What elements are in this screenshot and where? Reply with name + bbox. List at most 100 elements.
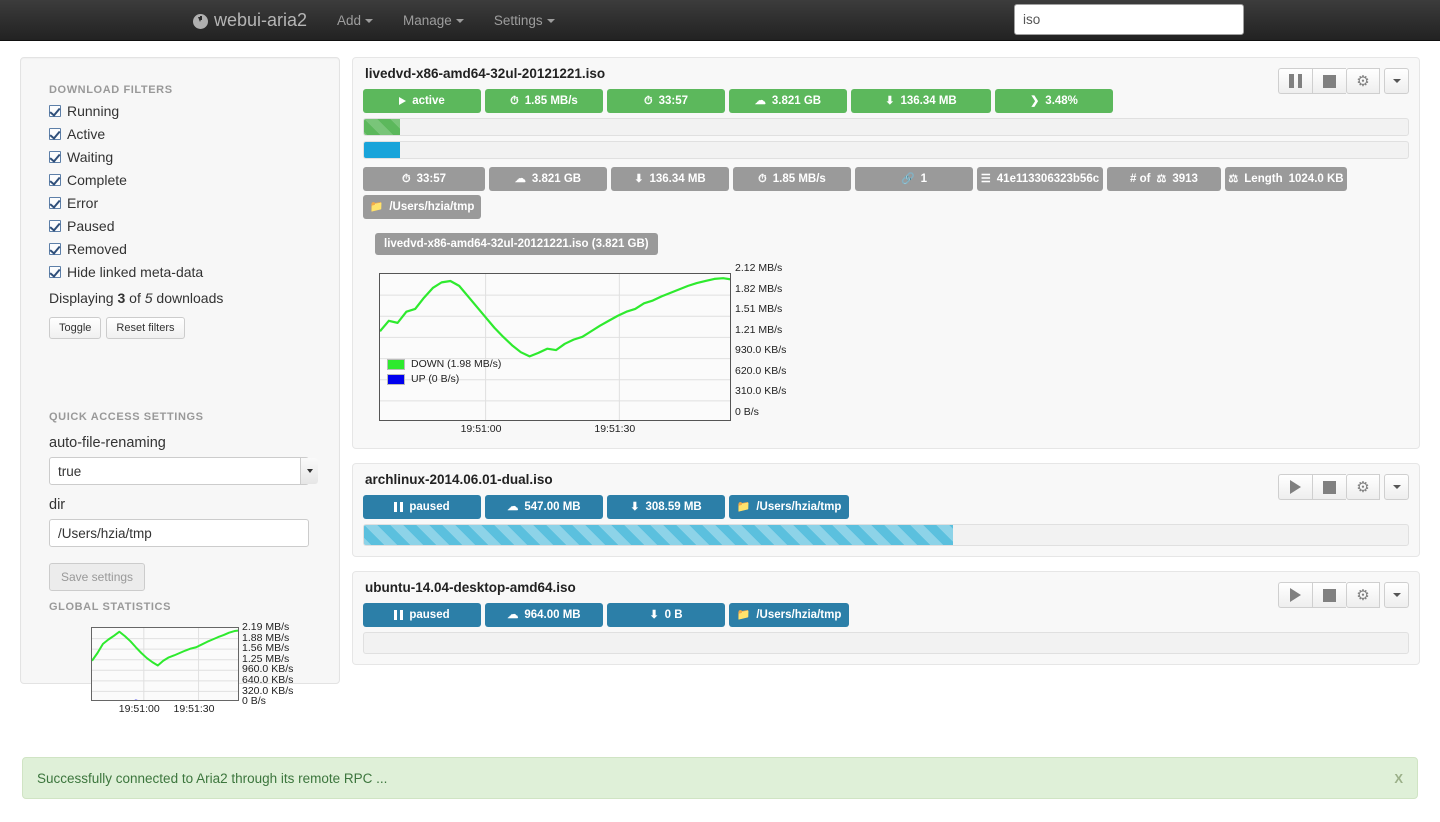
download-card-archlinux: archlinux-2014.06.01-dual.iso paused ☁ 5… [352,463,1420,557]
dir-badge[interactable]: 📁 /Users/hzia/tmp [729,603,849,627]
checkbox-icon[interactable] [49,220,61,232]
total-size-badge[interactable]: ☁ 964.00 MB [485,603,603,627]
checkbox-icon[interactable] [49,128,61,140]
filter-removed[interactable]: Removed [49,241,319,257]
brand-logo[interactable]: webui-aria2 [193,0,307,41]
search-input[interactable] [1014,4,1244,35]
displaying-count-text: Displaying 3 of 5 downloads [49,290,319,306]
dir-input[interactable] [49,519,309,547]
filter-waiting[interactable]: Waiting [49,149,319,165]
y-tick-label: 0 B/s [242,696,293,707]
checkbox-icon[interactable] [49,243,61,255]
auto-file-renaming-label: auto-file-renaming [49,435,319,451]
global-statistics-section: GLOBAL STATISTICS 2.19 MB/s1.88 MB/s1.56… [49,601,319,715]
nav-add[interactable]: Add [322,0,388,41]
detail-piece-length-badge: ⚖ Length 1024.0 KB [1225,167,1347,191]
chevron-down-icon [1393,593,1401,597]
cloud-icon: ☁ [755,96,766,107]
stop-button[interactable] [1312,582,1346,608]
nav-manage[interactable]: Manage [388,0,479,41]
status-badge[interactable]: paused [363,495,481,519]
chevron-down-icon [547,19,555,23]
more-button[interactable] [1384,474,1409,500]
legend-swatch-down [387,359,405,370]
filter-hide-linked-meta-data[interactable]: Hide linked meta-data [49,264,319,280]
download-icon: ⬇ [885,96,894,107]
stop-button[interactable] [1312,68,1346,94]
folder-icon: 📁 [370,202,384,213]
speed-icon: ⏱ [758,174,767,185]
total-size-badge[interactable]: ☁ 547.00 MB [485,495,603,519]
eta-badge[interactable]: ⏱ 33:57 [607,89,725,113]
download-actions: ⚙ [1278,474,1409,500]
brand-label: webui-aria2 [214,0,307,41]
more-button[interactable] [1384,68,1409,94]
dir-label: dir [49,497,319,513]
detail-badge-value: 3913 [1172,167,1198,191]
close-icon[interactable]: X [1394,771,1403,786]
play-button[interactable] [1278,474,1312,500]
download-circle-icon [193,14,208,29]
play-button[interactable] [1278,582,1312,608]
checkbox-icon[interactable] [49,105,61,117]
status-badge[interactable]: active [363,89,481,113]
filter-label: Active [67,126,105,142]
more-button[interactable] [1384,582,1409,608]
checkbox-icon[interactable] [49,197,61,209]
downloaded-badge[interactable]: ⬇ 136.34 MB [851,89,991,113]
download-title: archlinux-2014.06.01-dual.iso [365,472,1409,487]
stop-button[interactable] [1312,474,1346,500]
download-detail-chart: DOWN (1.98 MB/s) UP (0 B/s) 2.12 MB/s1.8… [375,273,755,438]
chevron-down-icon [456,19,464,23]
detail-eta-badge: ⏱ 33:57 [363,167,485,191]
filter-running[interactable]: Running [49,103,319,119]
cloud-icon: ☁ [515,174,526,185]
auto-file-renaming-select[interactable]: true [49,457,309,485]
percent-badge[interactable]: ❯ 3.48% [995,89,1113,113]
toggle-filters-button[interactable]: Toggle [49,317,101,339]
file-badge: livedvd-x86-amd64-32ul-20121221.iso (3.8… [375,233,658,255]
nav-settings[interactable]: Settings [479,0,570,41]
settings-button[interactable]: ⚙ [1346,582,1380,608]
filter-active[interactable]: Active [49,126,319,142]
x-tick-label: 19:51:30 [174,703,215,715]
total-size-badge[interactable]: ☁ 3.821 GB [729,89,847,113]
detail-pieces-badge: # of ⚖ 3913 [1107,167,1221,191]
chevron-right-icon: ❯ [1030,96,1039,107]
downloaded-badge[interactable]: ⬇ 0 B [607,603,725,627]
downloaded-badge-label: 308.59 MB [645,495,701,519]
top-navbar: webui-aria2 Add Manage Settings [0,0,1440,41]
speed-badge[interactable]: ⏱ 1.85 MB/s [485,89,603,113]
status-badge[interactable]: paused [363,603,481,627]
reset-filters-button[interactable]: Reset filters [106,317,184,339]
legend-item-down: DOWN (1.98 MB/s) [387,358,501,370]
dir-badge[interactable]: 📁 /Users/hzia/tmp [729,495,849,519]
pause-button[interactable] [1278,68,1312,94]
puzzle-icon: ⚖ [1156,174,1166,185]
download-card-livedvd: livedvd-x86-amd64-32ul-20121221.iso acti… [352,57,1420,449]
download-detail-area: livedvd-x86-amd64-32ul-20121221.iso (3.8… [363,233,1409,438]
download-icon: ⬇ [649,610,658,621]
checkbox-icon[interactable] [49,151,61,163]
checkbox-icon[interactable] [49,174,61,186]
displaying-total: 5 [145,290,153,306]
nav-menu: Add Manage Settings [322,0,570,41]
settings-button[interactable]: ⚙ [1346,68,1380,94]
detail-size-badge: ☁ 3.821 GB [489,167,607,191]
status-badge-row: active ⏱ 1.85 MB/s ⏱ 33:57 ☁ 3.821 GB ⬇ … [363,89,1409,113]
checkbox-icon[interactable] [49,266,61,278]
pause-icon [394,610,403,620]
dir-badge-label: /Users/hzia/tmp [756,603,841,627]
filter-paused[interactable]: Paused [49,218,319,234]
nav-manage-label: Manage [403,13,452,28]
settings-button[interactable]: ⚙ [1346,474,1380,500]
detail-badge-label: 1.85 MB/s [773,167,826,191]
downloaded-badge[interactable]: ⬇ 308.59 MB [607,495,725,519]
displaying-suffix: downloads [153,290,224,306]
save-settings-button[interactable]: Save settings [49,563,145,591]
filter-error[interactable]: Error [49,195,319,211]
filter-complete[interactable]: Complete [49,172,319,188]
global-statistics-heading: GLOBAL STATISTICS [49,601,319,613]
quick-access-settings-section: QUICK ACCESS SETTINGS auto-file-renaming… [49,411,319,591]
global-chart-plot-area [91,627,239,701]
